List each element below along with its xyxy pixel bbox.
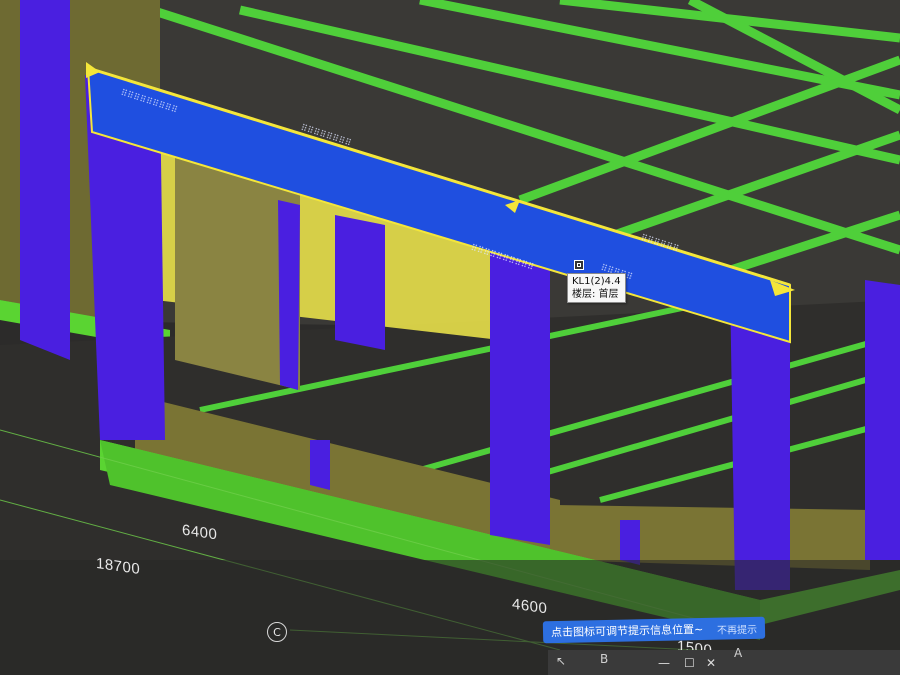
bottom-status-bar: ↖ B A — ☐ ✕ [548,646,900,675]
tooltip-element-name: KL1(2)4.4 [572,276,621,287]
axis-letter-b: B [600,652,609,666]
tooltip-floor: 楼层: 首层 [572,289,619,300]
cad-viewport[interactable]: ⠿⠿⠿⠿⠿⠿⠿⠿ ⠿⠿⠿⠿⠿⠿⠿⠿⠿ ⠿⠿⠿⠿⠿⠿ ⠿⠿⠿⠿⠿⠿⠿⠿⠿⠿ ⠿⠿⠿… [0,0,900,675]
axis-letter-a: A [734,646,743,660]
restore-button[interactable]: ☐ [684,656,695,670]
close-button[interactable]: ✕ [706,656,716,670]
pointer-icon[interactable]: ↖ [556,654,566,668]
minimize-button[interactable]: — [658,656,670,670]
tooltip-pin-icon[interactable] [574,260,584,270]
hint-message: 点击图标可调节提示信息位置~ [550,622,704,640]
grid-axis-bubble[interactable]: C [267,622,287,642]
element-tooltip: KL1(2)4.4 楼层: 首层 [567,273,626,303]
hint-notification: 点击图标可调节提示信息位置~ 不再提示 [542,616,766,644]
hint-dismiss-button[interactable]: 不再提示 [717,620,757,636]
